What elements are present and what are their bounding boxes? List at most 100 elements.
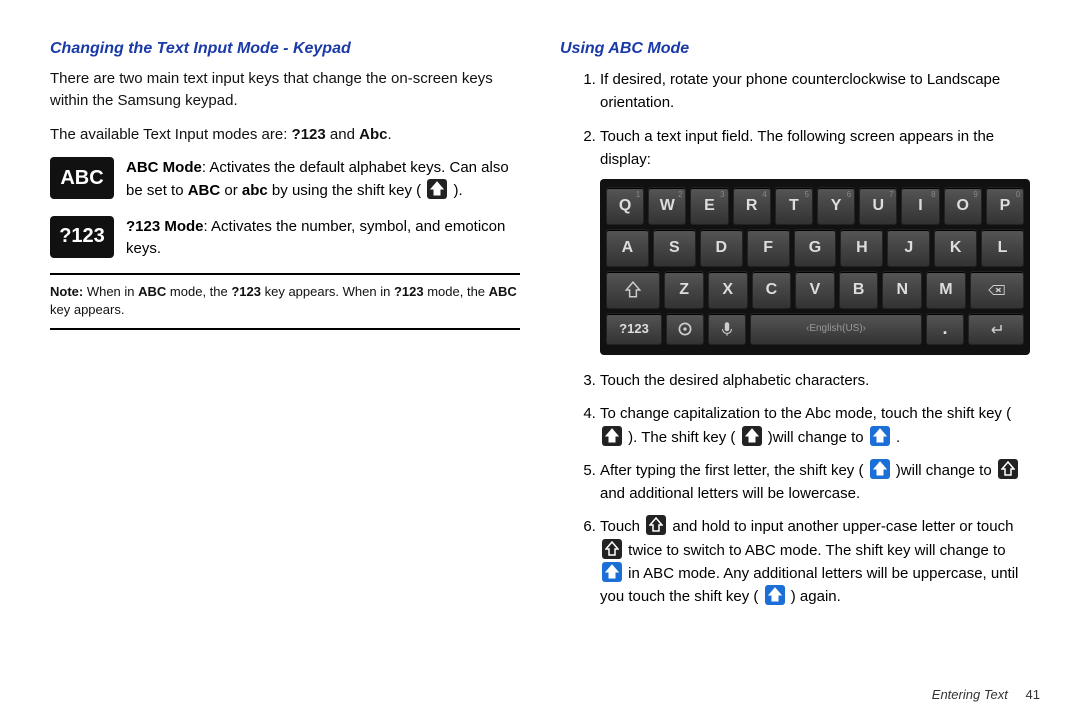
text: ?123 <box>231 284 261 299</box>
text: Touch <box>600 518 644 535</box>
text: Note: <box>50 284 83 299</box>
backspace-key[interactable] <box>970 271 1024 309</box>
shift-up-blue-icon <box>765 585 785 605</box>
key-j[interactable]: J <box>887 229 930 267</box>
text: mode, the <box>166 284 231 299</box>
key-z[interactable]: Z <box>664 271 704 309</box>
keyboard-row-3: ZXCVBNM <box>606 271 1024 309</box>
key-c[interactable]: C <box>752 271 792 309</box>
key-h[interactable]: H <box>840 229 883 267</box>
text: . <box>387 126 391 143</box>
key-g[interactable]: G <box>794 229 837 267</box>
key-p[interactable]: P0 <box>986 187 1024 225</box>
shift-up-blue-icon <box>870 459 890 479</box>
key-b[interactable]: B <box>839 271 879 309</box>
key-q[interactable]: Q1 <box>606 187 644 225</box>
text: by using the shift key ( <box>268 182 426 199</box>
text: ABC <box>489 284 517 299</box>
key-e[interactable]: E3 <box>690 187 728 225</box>
mode-123-key[interactable]: ?123 <box>606 313 662 345</box>
abc-mode-desc: ABC Mode: Activates the default alphabet… <box>126 157 520 202</box>
left-column: Changing the Text Input Mode - Keypad Th… <box>30 40 540 700</box>
text: )will change to <box>764 429 868 446</box>
shift-up-blue-icon <box>870 426 890 446</box>
shift-up-icon <box>427 179 447 199</box>
text: ABC <box>138 284 166 299</box>
mic-key[interactable] <box>708 313 746 345</box>
shift-up-blue-icon <box>602 562 622 582</box>
key-a[interactable]: A <box>606 229 649 267</box>
key-l[interactable]: L <box>981 229 1024 267</box>
heading-using-abc: Using ABC Mode <box>560 40 1030 58</box>
mode-123-bold: ?123 <box>292 126 326 143</box>
right-column: Using ABC Mode If desired, rotate your p… <box>540 40 1050 700</box>
available-modes-text: The available Text Input modes are: ?123… <box>50 124 520 146</box>
text: If desired, rotate your phone counterclo… <box>600 71 1000 111</box>
abc-key-icon: ABC <box>50 157 114 199</box>
shift-key[interactable] <box>606 271 660 309</box>
text: key appears. When in <box>261 284 394 299</box>
n123-mode-desc: ?123 Mode: Activates the number, symbol,… <box>126 216 520 260</box>
text: and hold to input another upper-case let… <box>668 518 1013 535</box>
text: )will change to <box>892 462 996 479</box>
shift-outline-icon <box>602 539 622 559</box>
keyboard-row-2: ASDFGHJKL <box>606 229 1024 267</box>
key-n[interactable]: N <box>882 271 922 309</box>
key-f[interactable]: F <box>747 229 790 267</box>
key-k[interactable]: K <box>934 229 977 267</box>
abc-mode-row: ABC ABC Mode: Activates the default alph… <box>50 157 520 202</box>
text: ABC <box>188 182 221 199</box>
key-w[interactable]: W2 <box>648 187 686 225</box>
key-s[interactable]: S <box>653 229 696 267</box>
text: abc <box>242 182 268 199</box>
note-text: Note: When in ABC mode, the ?123 key app… <box>50 283 520 319</box>
text: When in <box>83 284 138 299</box>
page-footer: Entering Text 41 <box>932 687 1040 702</box>
enter-key[interactable] <box>968 313 1024 345</box>
n123-key-icon: ?123 <box>50 216 114 258</box>
key-r[interactable]: R4 <box>733 187 771 225</box>
text: . <box>892 429 900 446</box>
key-t[interactable]: T5 <box>775 187 813 225</box>
step-2: Touch a text input field. The following … <box>600 125 1030 356</box>
text: ). <box>449 182 462 199</box>
shift-outline-icon <box>646 515 666 535</box>
mode-abc-bold: Abc <box>359 126 387 143</box>
text: To change capitalization to the Abc mode… <box>600 405 1011 422</box>
text: ?123 Mode <box>126 218 204 235</box>
text: or <box>220 182 242 199</box>
text: ABC Mode <box>126 159 202 176</box>
key-i[interactable]: I8 <box>901 187 939 225</box>
text: key appears. <box>50 302 124 317</box>
text: After typing the first letter, the shift… <box>600 462 868 479</box>
key-d[interactable]: D <box>700 229 743 267</box>
text: ) again. <box>787 588 841 605</box>
shift-up-icon <box>742 426 762 446</box>
step-1: If desired, rotate your phone counterclo… <box>600 68 1030 115</box>
key-x[interactable]: X <box>708 271 748 309</box>
key-u[interactable]: U7 <box>859 187 897 225</box>
space-key[interactable]: ‹ English(US) › <box>750 313 922 345</box>
text: twice to switch to ABC mode. The shift k… <box>624 542 1006 559</box>
n123-mode-row: ?123 ?123 Mode: Activates the number, sy… <box>50 216 520 260</box>
key-v[interactable]: V <box>795 271 835 309</box>
keyboard-screenshot: Q1W2E3R4T5Y6U7I8O9P0 ASDFGHJKL ZXCVBNM ?… <box>600 179 1030 355</box>
text: and <box>326 126 359 143</box>
period-key[interactable]: . <box>926 313 964 345</box>
intro-text: There are two main text input keys that … <box>50 68 520 112</box>
key-y[interactable]: Y6 <box>817 187 855 225</box>
text: Touch the desired alphabetic characters. <box>600 372 869 389</box>
key-o[interactable]: O9 <box>944 187 982 225</box>
settings-key[interactable] <box>666 313 704 345</box>
text: and additional letters will be lowercase… <box>600 485 860 502</box>
steps-list: If desired, rotate your phone counterclo… <box>560 68 1030 608</box>
text: ?123 <box>394 284 424 299</box>
chapter-name: Entering Text <box>932 687 1008 702</box>
step-5: After typing the first letter, the shift… <box>600 459 1030 506</box>
step-3: Touch the desired alphabetic characters. <box>600 369 1030 392</box>
step-4: To change capitalization to the Abc mode… <box>600 402 1030 449</box>
keyboard-row-4: ?123 ‹ English(US) › . <box>606 313 1024 345</box>
key-m[interactable]: M <box>926 271 966 309</box>
divider <box>50 273 520 275</box>
heading-changing-mode: Changing the Text Input Mode - Keypad <box>50 40 520 58</box>
